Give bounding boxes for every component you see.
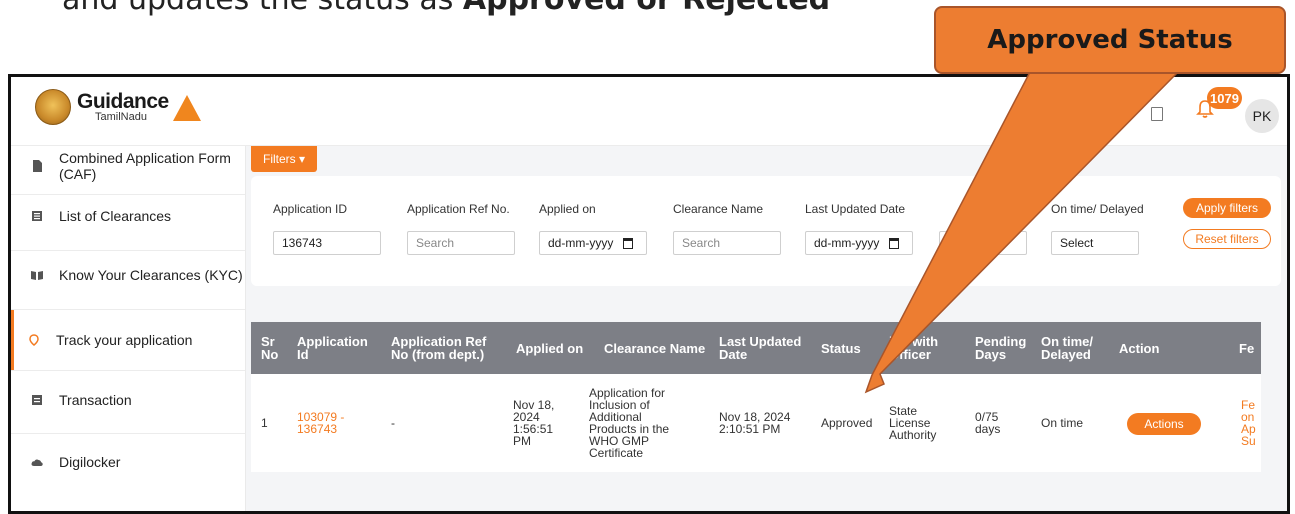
sidebar-item-label: Track your application xyxy=(56,332,193,348)
clearance-name-input[interactable]: Search xyxy=(673,231,781,255)
heading-bold-text: Approved or Rejected xyxy=(463,0,830,17)
document-icon[interactable] xyxy=(1151,107,1163,121)
cell-ref: - xyxy=(391,416,395,430)
applications-table: Sr No Application Id Application Ref No … xyxy=(251,322,1261,472)
filter-label-last-updated: Last Updated Date xyxy=(805,202,906,216)
calendar-icon xyxy=(623,238,634,250)
sidebar-item-label: Digilocker xyxy=(59,454,121,470)
transaction-icon xyxy=(32,395,42,405)
book-icon xyxy=(31,271,43,280)
cloud-icon xyxy=(31,459,43,466)
filter-label-on-time: On time/ Delayed xyxy=(1051,202,1144,216)
guidance-logo[interactable]: Guidance TamilNadu xyxy=(35,89,201,125)
sidebar-item-digilocker[interactable]: Digilocker xyxy=(11,452,245,472)
cell-on-time: On time xyxy=(1041,416,1084,430)
list-icon xyxy=(32,211,42,221)
col-applied-on: Applied on xyxy=(516,340,584,356)
top-bar: Guidance TamilNadu 1079 PK xyxy=(11,77,1287,146)
logo-flame-icon xyxy=(172,95,201,121)
slide-heading: and updates the status as Approved or Re… xyxy=(62,0,830,17)
document-icon xyxy=(33,160,42,172)
cell-pending-days: 0/75 days xyxy=(975,410,1001,436)
col-clearance-name: Clearance Name xyxy=(604,340,706,356)
calendar-icon xyxy=(889,238,900,250)
sidebar-item-track-application[interactable]: Track your application xyxy=(11,310,245,370)
user-avatar[interactable]: PK xyxy=(1245,99,1279,133)
cell-clearance-name: Application for Inclusion of Additional … xyxy=(589,386,670,460)
col-pending-with-officer: ing with Officer xyxy=(889,334,939,362)
col-application-ref: Application Ref No (from dept.) xyxy=(391,334,487,362)
actions-button[interactable]: Actions xyxy=(1127,413,1201,435)
reset-filters-button[interactable]: Reset filters xyxy=(1183,229,1271,249)
sidebar-item-kyc[interactable]: Know Your Clearances (KYC) xyxy=(11,265,245,285)
col-status: Status xyxy=(821,340,861,356)
location-pin-icon xyxy=(29,334,39,346)
application-ref-input[interactable]: Search xyxy=(407,231,515,255)
cell-application-id-link[interactable]: 103079 - 136743 xyxy=(297,374,347,472)
col-pending-days: Pending Days xyxy=(975,334,1027,362)
last-updated-date-input[interactable]: dd-mm-yyyy xyxy=(805,231,913,255)
filter-label-application-id: Application ID xyxy=(273,202,348,216)
on-time-select[interactable]: Select xyxy=(1051,231,1139,255)
cell-last-updated: Nov 18, 2024 2:10:51 PM xyxy=(719,410,791,436)
sidebar-item-transaction[interactable]: Transaction xyxy=(11,390,245,410)
logo-subtitle: TamilNadu xyxy=(95,111,147,123)
col-action: Action xyxy=(1119,340,1160,356)
filter-label-applied-on: Applied on xyxy=(539,202,596,216)
applied-on-date-input[interactable]: dd-mm-yyyy xyxy=(539,231,647,255)
cell-status: Approved xyxy=(821,416,873,430)
tn-emblem-icon xyxy=(35,89,71,125)
sidebar-item-caf[interactable]: Combined Application Form (CAF) xyxy=(11,146,245,186)
sidebar-item-label: Know Your Clearances (KYC) xyxy=(59,267,243,283)
application-id-input[interactable]: 136743 xyxy=(273,231,381,255)
cell-applied-on: Nov 18, 2024 1:56:51 PM xyxy=(513,398,555,448)
cell-officer: State License Authority xyxy=(889,404,937,442)
col-on-time: On time/ Delayed xyxy=(1041,334,1094,362)
filter-panel: Application ID 136743 Application Ref No… xyxy=(251,176,1281,286)
sidebar-item-label: List of Clearances xyxy=(59,208,172,224)
table-header: Sr No Application Id Application Ref No … xyxy=(251,322,1261,374)
sidebar-item-list-of-clearances[interactable]: List of Clearances xyxy=(11,206,245,226)
col-fee: Fe xyxy=(1239,340,1255,356)
notification-badge: 1079 xyxy=(1207,87,1242,109)
col-last-updated: Last Updated Date xyxy=(719,334,802,362)
cell-sr: 1 xyxy=(261,416,268,430)
col-application-id: Application Id xyxy=(297,334,368,362)
col-sr-no: Sr No xyxy=(261,334,279,362)
apply-filters-button[interactable]: Apply filters xyxy=(1183,198,1271,218)
logo-title: Guidance xyxy=(77,90,169,113)
sidebar-item-label: Transaction xyxy=(59,392,132,408)
sidebar-item-label: Combined Application Form (CAF) xyxy=(59,150,231,182)
filter-label-application-ref: Application Ref No. xyxy=(407,202,510,216)
status-select[interactable]: ect xyxy=(939,231,1027,255)
filters-button[interactable]: Filters ▾ xyxy=(251,146,318,172)
sidebar: Combined Application Form (CAF) List of … xyxy=(11,146,246,511)
filter-label-clearance-name: Clearance Name xyxy=(673,202,764,216)
approved-status-callout: Approved Status xyxy=(934,6,1286,74)
main-content: Filters ▾ Application ID 136743 Applicat… xyxy=(246,146,1287,511)
cell-fee: Fe on Ap Su xyxy=(1241,398,1256,448)
heading-text: and updates the status as xyxy=(62,0,463,17)
app-screenshot: Guidance TamilNadu 1079 PK Combined Appl… xyxy=(8,74,1290,514)
